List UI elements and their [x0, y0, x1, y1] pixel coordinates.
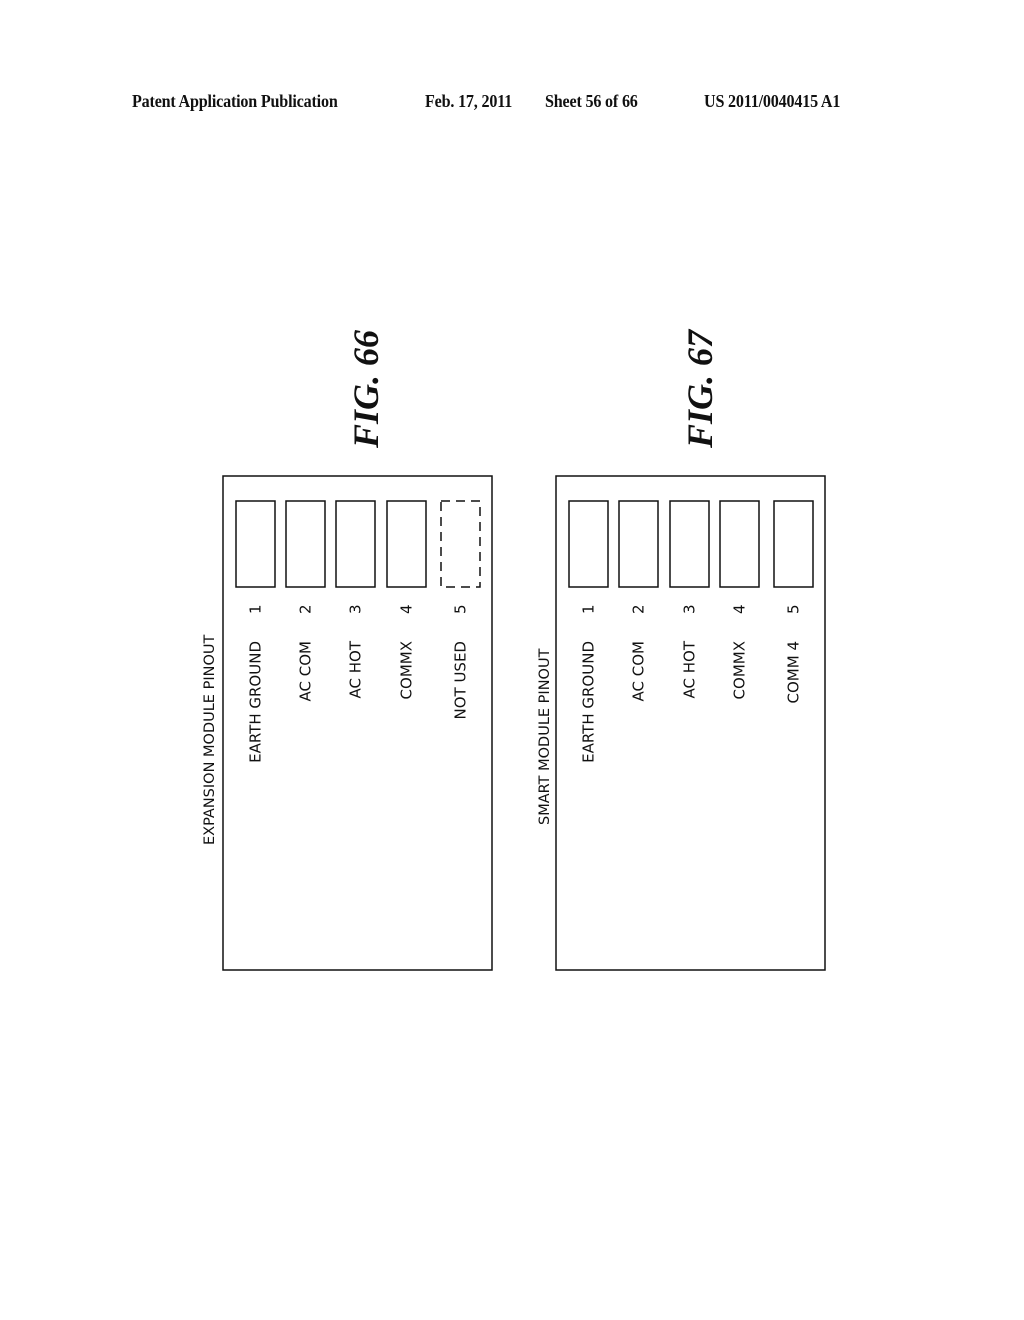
pin-number: 3	[347, 604, 365, 614]
pin-label: NOT USED	[452, 641, 470, 720]
pin-number: 4	[398, 604, 416, 614]
pin-1: 1 EARTH GROUND	[235, 500, 276, 763]
figures-drawing: FIG. 66 EXPANSION MODULE PINOUT 1 EARTH G…	[202, 328, 826, 971]
pin-number: 2	[630, 604, 648, 614]
module-title: EXPANSION MODULE PINOUT	[202, 635, 218, 845]
pin-contact	[285, 500, 326, 588]
pin-number: 5	[785, 604, 803, 614]
pin-5: 5 COMM 4	[773, 500, 814, 703]
pin-number: 3	[681, 604, 699, 614]
pin-label: EARTH GROUND	[580, 641, 598, 763]
pin-label: COMMX	[398, 641, 416, 699]
pin-2: 2 AC COM	[285, 500, 326, 701]
pin-4: 4 COMMX	[719, 500, 760, 699]
pin-contact	[335, 500, 376, 588]
pin-number: 1	[247, 604, 265, 614]
figure-66: FIG. 66 EXPANSION MODULE PINOUT 1 EARTH G…	[202, 330, 493, 971]
pin-label: AC COM	[297, 641, 315, 701]
pin-label: COMM 4	[785, 641, 803, 703]
module-title: SMART MODULE PINOUT	[537, 648, 553, 825]
pin-contact	[773, 500, 814, 588]
pin-contact	[386, 500, 427, 588]
figure-67: FIG. 67 SMART MODULE PINOUT 1 EARTH GROUN…	[537, 328, 826, 971]
pin-number: 5	[452, 604, 470, 614]
pin-contact	[618, 500, 659, 588]
pin-label: AC HOT	[681, 640, 699, 698]
pin-label: AC HOT	[347, 640, 365, 698]
pin-3: 3 AC HOT	[669, 500, 710, 699]
pin-number: 2	[297, 604, 315, 614]
pin-4: 4 COMMX	[386, 500, 427, 699]
pin-label: COMMX	[731, 641, 749, 699]
figure-label: FIG. 67	[680, 328, 720, 449]
pin-number: 1	[580, 604, 598, 614]
pin-number: 4	[731, 604, 749, 614]
pin-contact	[235, 500, 276, 588]
pin-label: EARTH GROUND	[247, 641, 265, 763]
pin-contact	[669, 500, 710, 588]
pin-1: 1 EARTH GROUND	[568, 500, 609, 763]
pin-label: AC COM	[630, 641, 648, 701]
figure-label: FIG. 66	[346, 330, 386, 449]
pin-contact	[568, 500, 609, 588]
pin-contact	[719, 500, 760, 588]
pin-contact	[440, 500, 481, 588]
pin-2: 2 AC COM	[618, 500, 659, 701]
pin-3: 3 AC HOT	[335, 500, 376, 699]
pin-5: 5 NOT USED	[440, 500, 481, 720]
